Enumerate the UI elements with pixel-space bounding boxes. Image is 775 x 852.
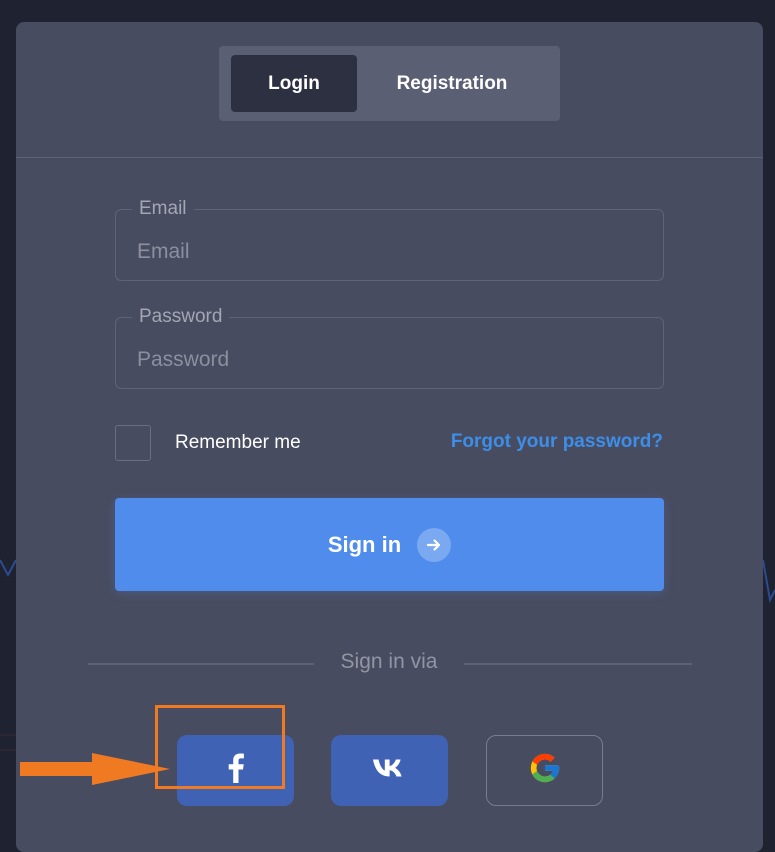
remember-label: Remember me [175,432,301,453]
password-input[interactable] [116,318,663,388]
arrow-right-icon [417,527,452,562]
tab-login[interactable]: Login [231,55,357,112]
google-login-button[interactable] [486,735,603,806]
sign-in-button[interactable]: Sign in [115,498,664,591]
divider-left [88,663,314,665]
header-divider [16,157,763,158]
divider-right [464,663,692,665]
login-card: Login Registration Email Password Rememb… [16,22,763,852]
vk-login-button[interactable] [331,735,448,806]
forgot-password-link[interactable]: Forgot your password? [451,431,663,453]
google-icon [528,751,562,790]
sign-in-via-label: Sign in via [340,650,438,673]
vk-icon [372,757,408,784]
password-field: Password [115,306,664,389]
auth-tabs: Login Registration [219,46,560,121]
tab-registration[interactable]: Registration [367,55,537,112]
sign-in-label: Sign in [327,531,402,557]
email-field: Email [115,198,664,281]
facebook-icon [227,753,245,788]
remember-me[interactable]: Remember me [115,425,301,461]
email-input[interactable] [116,210,663,280]
facebook-login-button[interactable] [177,735,294,806]
remember-checkbox[interactable] [115,425,151,461]
